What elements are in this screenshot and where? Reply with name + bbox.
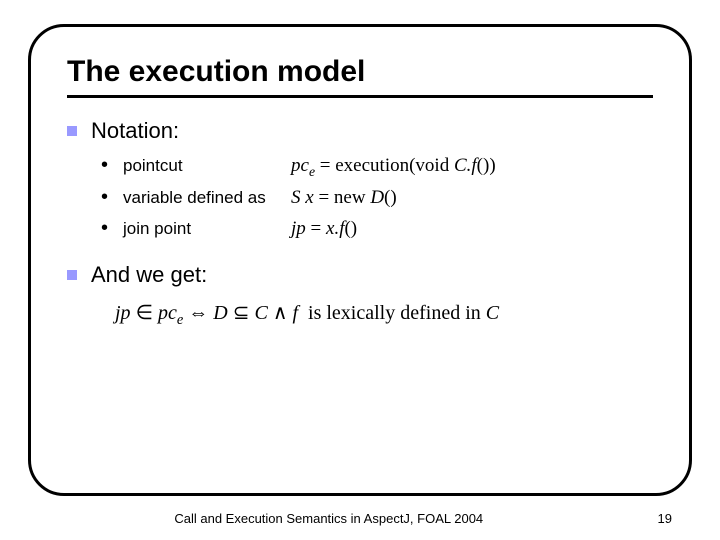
notation-sublist: • pointcut pce = execution(void C.f()) •… [101, 150, 653, 244]
bullet-notation: Notation: [67, 118, 653, 144]
notation-label: Notation: [91, 118, 179, 144]
sub-label: join point [123, 216, 291, 242]
sub-label: pointcut [123, 153, 291, 179]
sub-label: variable defined as [123, 185, 291, 211]
sub-item-variable: • variable defined as S x = new D() [101, 182, 653, 213]
formula-variable: S x = new D() [291, 183, 397, 212]
slide-frame: The execution model Notation: • pointcut… [28, 24, 692, 496]
dot-bullet-icon: • [101, 213, 113, 244]
sub-item-pointcut: • pointcut pce = execution(void C.f()) [101, 150, 653, 182]
result-formula-block: jp ∈ pce ⇔ D ⊆ C ∧ f is lexically define… [115, 300, 653, 329]
formula-joinpoint: jp = x.f() [291, 214, 357, 243]
result-label: And we get: [91, 262, 207, 288]
dot-bullet-icon: • [101, 182, 113, 213]
slide-footer: Call and Execution Semantics in AspectJ,… [0, 511, 720, 526]
footer-center-text: Call and Execution Semantics in AspectJ,… [0, 511, 658, 526]
formula-result: jp ∈ pce ⇔ D ⊆ C ∧ f is lexically define… [115, 300, 653, 329]
formula-pointcut: pce = execution(void C.f()) [291, 151, 496, 182]
bullet-result: And we get: [67, 262, 653, 288]
slide-title: The execution model [67, 55, 653, 98]
square-bullet-icon [67, 126, 77, 136]
dot-bullet-icon: • [101, 150, 113, 181]
square-bullet-icon [67, 270, 77, 280]
sub-item-joinpoint: • join point jp = x.f() [101, 213, 653, 244]
footer-page-number: 19 [658, 511, 672, 526]
